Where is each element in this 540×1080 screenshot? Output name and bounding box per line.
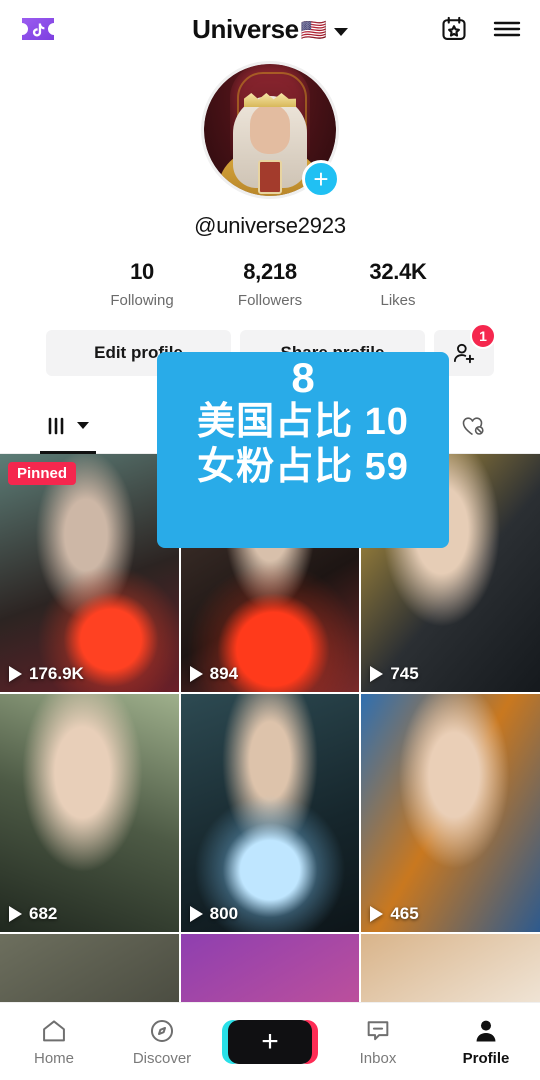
create-button[interactable]: + [222,1019,318,1064]
video-cell[interactable]: 682 [0,694,179,932]
stat-value: 10 [130,259,154,284]
view-count-text: 800 [209,904,239,923]
stat-label: Following [110,292,174,309]
view-count: 894 [189,664,239,684]
nav-label: Inbox [359,1049,397,1067]
profile-handle: @universe2923 [194,213,346,238]
video-thumbnail [180,694,360,932]
play-icon [370,666,384,682]
profile-stats: 10 Following 8,218 Followers 32.4K Likes [0,259,540,309]
nav-profile[interactable]: Profile [436,1017,536,1067]
stat-followers[interactable]: 8,218 Followers [206,259,334,309]
video-cell[interactable]: 800 [180,694,360,932]
page-title: Universe [192,13,299,44]
play-icon [189,906,203,922]
compass-icon [150,1019,174,1042]
chevron-down-icon[interactable] [333,28,348,36]
tab-videos[interactable] [0,398,135,454]
stat-label: Followers [237,292,303,309]
notification-badge: 1 [470,323,496,349]
view-count-text: 465 [390,904,419,923]
stat-label: Likes [380,292,416,309]
tiktok-coupon-icon[interactable] [18,15,58,43]
follow-plus-badge[interactable]: + [302,160,340,198]
nav-discover[interactable]: Discover [112,1017,212,1067]
stat-value: 8,218 [243,259,297,284]
video-cell[interactable]: 465 [361,694,540,932]
view-count: 176.9K [9,664,84,684]
chevron-down-icon[interactable] [77,422,89,429]
video-cell[interactable]: Pinned 176.9K [0,454,179,692]
heart-private-icon [462,416,484,435]
plus-icon: + [261,1024,279,1058]
view-count: 465 [370,904,419,924]
overlay-line-1: 美国占比 10 [197,401,409,444]
calendar-star-icon[interactable] [440,15,468,43]
nav-inbox[interactable]: Inbox [328,1017,428,1067]
home-icon [43,1019,65,1041]
grid-columns-icon [48,417,64,434]
nav-label: Home [33,1049,74,1067]
bottom-navigation: Home Discover + Inbox Profile [0,1002,540,1080]
video-thumbnail [0,694,179,932]
stat-likes[interactable]: 32.4K Likes [334,259,462,309]
nav-label: Profile [462,1049,510,1067]
blue-annotation-overlay: 8 美国占比 10 女粉占比 59 [157,352,449,548]
nav-home[interactable]: Home [4,1017,104,1067]
view-count: 745 [370,664,419,684]
tiktok-profile-screen: Universe 🇺🇸 + @universe2923 10 Following… [0,0,540,1080]
stat-following[interactable]: 10 Following [78,259,206,309]
us-flag-icon: 🇺🇸 [300,18,327,42]
view-count-text: 682 [29,904,58,923]
profile-section: + @universe2923 10 Following 8,218 Follo… [0,58,540,376]
play-icon [189,666,203,682]
nav-create[interactable]: + [220,1019,320,1064]
person-icon [476,1020,496,1041]
play-icon [370,906,384,922]
play-icon [9,906,22,922]
video-thumbnail [0,454,179,692]
play-icon [9,666,22,682]
pinned-badge: Pinned [8,462,77,485]
nav-label: Discover [132,1049,192,1067]
view-count-text: 745 [390,664,419,683]
video-thumbnail [361,694,540,932]
avatar-wrapper[interactable]: + [201,61,340,199]
view-count-text: 176.9K [29,664,84,683]
view-count: 800 [189,904,239,924]
stat-value: 32.4K [369,259,427,284]
inbox-icon [367,1020,389,1040]
view-count: 682 [9,904,57,924]
overlay-line-2: 女粉占比 59 [197,445,409,488]
hamburger-menu-icon[interactable] [492,17,522,41]
view-count-text: 894 [209,664,239,683]
overlay-number: 8 [291,354,315,401]
app-header: Universe 🇺🇸 [0,0,540,58]
